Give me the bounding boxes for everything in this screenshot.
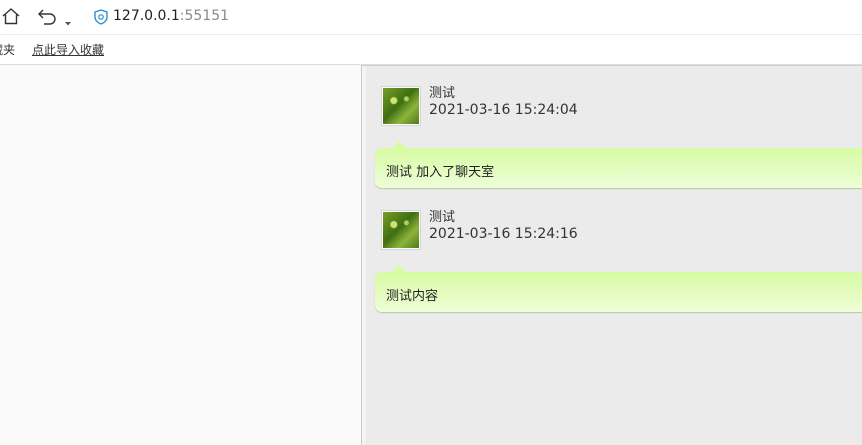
import-bookmarks-link[interactable]: 点此导入收藏: [32, 41, 104, 58]
left-pane: [0, 65, 361, 444]
message-username: 测试: [429, 210, 456, 225]
message-text: 测试内容: [386, 289, 439, 304]
message-timestamp: 2021-03-16 15:24:16: [429, 226, 578, 242]
chevron-down-icon[interactable]: [64, 12, 72, 31]
panel-edge: [362, 66, 366, 445]
page-content: 测试 2021-03-16 15:24:04 测试 加入了聊天室 测试 2021…: [0, 65, 862, 445]
address-bar[interactable]: 127.0.0.1:55151: [113, 8, 229, 24]
message-bubble: 测试 加入了聊天室: [375, 141, 862, 188]
home-icon[interactable]: [1, 6, 21, 30]
avatar-image: [383, 212, 419, 248]
chat-panel: 测试 2021-03-16 15:24:04 测试 加入了聊天室 测试 2021…: [361, 65, 862, 445]
bookmarks-bar: 藏夹 点此导入收藏: [0, 35, 862, 65]
avatar: [381, 86, 421, 126]
avatar: [381, 210, 421, 250]
undo-icon[interactable]: [37, 6, 59, 30]
url-port: :55151: [179, 8, 230, 24]
avatar-image: [383, 88, 419, 124]
browser-toolbar: 127.0.0.1:55151: [0, 0, 862, 35]
url-host: 127.0.0.1: [113, 8, 180, 24]
shield-icon[interactable]: [94, 9, 108, 29]
bookmark-folder[interactable]: 藏夹: [0, 41, 15, 58]
message-text: 测试 加入了聊天室: [386, 165, 495, 180]
message-bubble: 测试内容: [375, 265, 862, 312]
message-username: 测试: [429, 86, 456, 101]
message-timestamp: 2021-03-16 15:24:04: [429, 102, 578, 118]
